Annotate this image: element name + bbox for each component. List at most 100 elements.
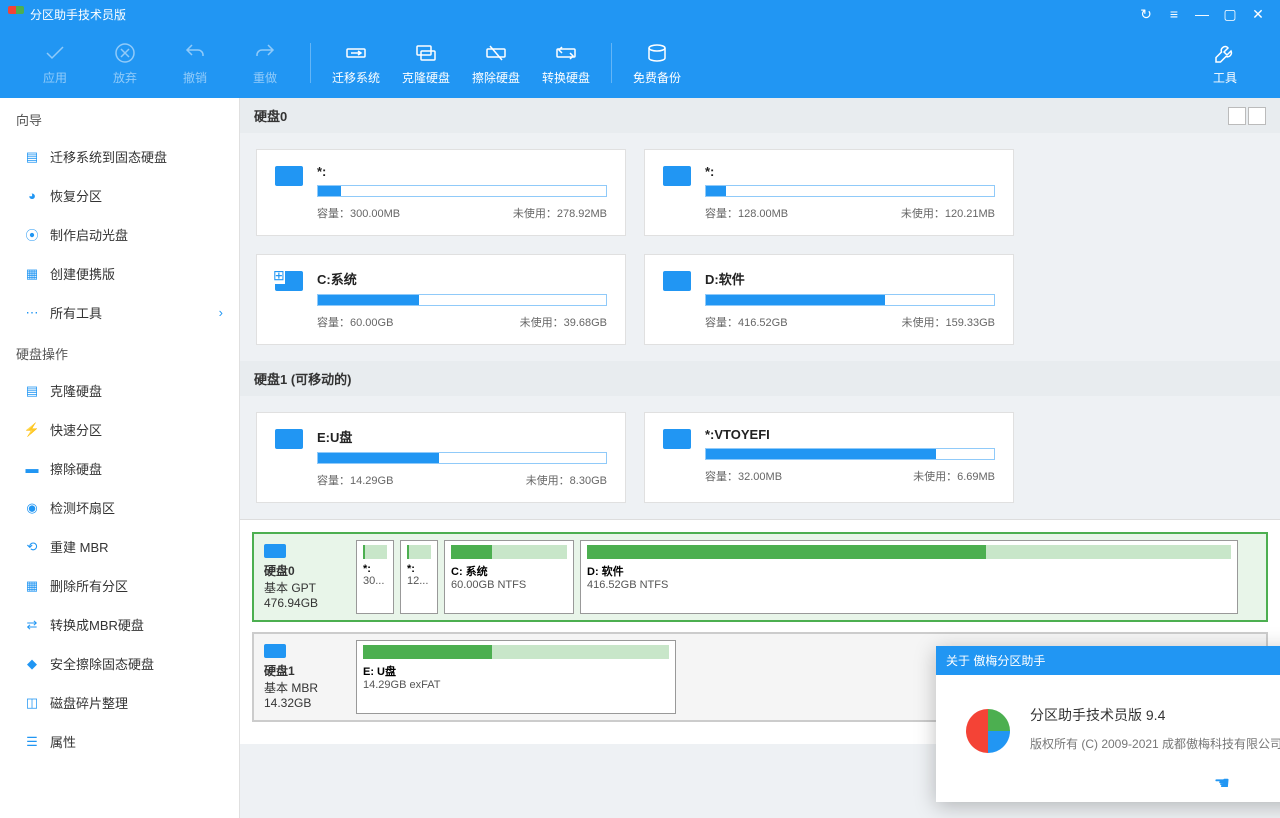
view-list-icon[interactable]	[1248, 107, 1266, 125]
pointer-icon: ☚	[936, 773, 1280, 802]
clone-button[interactable]: 克隆硬盘	[391, 33, 461, 93]
sidebar-diskop-item[interactable]: ⚡快速分区	[0, 410, 239, 449]
diskmap-part-size: 14.29GB exFAT	[363, 679, 669, 691]
sidebar-diskop-item[interactable]: ▬擦除硬盘	[0, 449, 239, 488]
partition-card[interactable]: E:U盘 容量：14.29GB未使用：8.30GB	[256, 412, 626, 503]
undo-button[interactable]: 撤销	[160, 33, 230, 93]
capacity-label: 容量：416.52GB	[705, 314, 788, 330]
diskop-item-icon: ⚡	[24, 422, 40, 438]
sidebar-diskop-item[interactable]: ▤ 克隆硬盘	[0, 371, 239, 410]
diskmap-name: 硬盘1	[264, 664, 295, 678]
partition-name: *:	[317, 164, 607, 179]
close-icon[interactable]: ✕	[1244, 2, 1272, 26]
titlebar: 分区助手技术员版 ↻ ≡ — ▢ ✕	[0, 0, 1280, 28]
partition-name: D:软件	[705, 269, 995, 288]
usage-bar	[705, 185, 995, 197]
unused-label: 未使用：278.92MB	[513, 205, 607, 221]
diskop-item-icon: ▤	[24, 383, 40, 399]
wizard-item-icon: ◕	[24, 188, 40, 204]
diskmap-type: 基本 MBR	[264, 681, 318, 695]
partition-name: C:系统	[317, 269, 607, 288]
about-logo-icon	[966, 709, 1010, 753]
partition-card[interactable]: *:VTOYEFI 容量：32.00MB未使用：6.69MB	[644, 412, 1014, 503]
diskmap-name: 硬盘0	[264, 564, 295, 578]
diskop-item-icon: ◆	[24, 656, 40, 672]
sidebar-diskop-item[interactable]: ⇄转换成MBR硬盘	[0, 605, 239, 644]
sidebar-wizard-item[interactable]: ▦创建便携版	[0, 254, 239, 293]
capacity-label: 容量：128.00MB	[705, 205, 788, 221]
refresh-icon[interactable]: ↻	[1132, 2, 1160, 26]
sidebar-diskop-item[interactable]: ◉ 检测坏扇区	[0, 488, 239, 527]
convert-button[interactable]: 转换硬盘	[531, 33, 601, 93]
sidebar-diskop-item[interactable]: ◫磁盘碎片整理	[0, 683, 239, 722]
disk-icon	[264, 544, 286, 558]
about-titlebar[interactable]: 关于 傲梅分区助手 ✕	[936, 646, 1280, 675]
diskop-item-icon: ◉	[24, 500, 40, 516]
migrate-button[interactable]: 迁移系统	[321, 33, 391, 93]
diskmap-row[interactable]: 硬盘0 基本 GPT 476.94GB *: 30... *: 12... C:…	[252, 532, 1268, 622]
wizard-item-icon: ⦿	[24, 227, 40, 243]
disk-icon	[663, 271, 691, 291]
maximize-icon[interactable]: ▢	[1216, 2, 1244, 26]
menu-icon[interactable]: ≡	[1160, 2, 1188, 26]
sidebar-item-label: 检测坏扇区	[50, 498, 115, 517]
diskmap-partition[interactable]: *: 12...	[400, 540, 438, 614]
diskmap-partition[interactable]: D: 软件 416.52GB NTFS	[580, 540, 1238, 614]
unused-label: 未使用：8.30GB	[526, 472, 607, 488]
sidebar-wizard-item[interactable]: ▤迁移系统到固态硬盘	[0, 137, 239, 176]
app-logo-icon	[8, 6, 24, 22]
diskmap-head: 硬盘1 基本 MBR 14.32GB	[260, 640, 350, 714]
diskmap-part-label: E: U盘	[363, 663, 669, 679]
about-dialog: 关于 傲梅分区助手 ✕ 分区助手技术员版 9.4 版权所有 (C) 2009-2…	[936, 646, 1280, 802]
app-title: 分区助手技术员版	[30, 6, 126, 23]
sidebar-wizard-item[interactable]: ⦿制作启动光盘	[0, 215, 239, 254]
usage-bar	[705, 294, 995, 306]
diskop-item-icon: ◫	[24, 695, 40, 711]
capacity-label: 容量：60.00GB	[317, 314, 393, 330]
wipe-button[interactable]: 擦除硬盘	[461, 33, 531, 93]
usage-bar	[705, 448, 995, 460]
partition-card[interactable]: *: 容量：128.00MB 未使用：120.21MB	[644, 149, 1014, 236]
disk-icon	[275, 166, 303, 186]
minimize-icon[interactable]: —	[1188, 2, 1216, 26]
diskmap-part-label: *:	[407, 563, 431, 575]
capacity-label: 容量：14.29GB	[317, 472, 393, 488]
wizard-item-icon: ▦	[24, 266, 40, 282]
sidebar-wizard-item[interactable]: ◕ 恢复分区	[0, 176, 239, 215]
disk-header: 硬盘1 (可移动的)	[240, 361, 1280, 396]
diskop-item-icon: ☰	[24, 734, 40, 750]
partition-card[interactable]: D:软件 容量：416.52GB 未使用：159.33GB	[644, 254, 1014, 345]
sidebar-item-label: 恢复分区	[50, 186, 102, 205]
diskmap-size: 476.94GB	[264, 596, 318, 610]
diskmap-part-label: C: 系统	[451, 563, 567, 579]
view-grid-icon[interactable]	[1228, 107, 1246, 125]
sidebar-item-label: 删除所有分区	[50, 576, 128, 595]
sidebar-item-label: 克隆硬盘	[50, 381, 102, 400]
redo-button[interactable]: 重做	[230, 33, 300, 93]
partition-card[interactable]: *: 容量：300.00MB 未使用：278.92MB	[256, 149, 626, 236]
unused-label: 未使用：39.68GB	[520, 314, 607, 330]
sidebar-diskop-item[interactable]: ◆安全擦除固态硬盘	[0, 644, 239, 683]
sidebar-diskop-item[interactable]: ☰属性	[0, 722, 239, 761]
capacity-label: 容量：300.00MB	[317, 205, 400, 221]
sidebar-diskop-item[interactable]: ⟲重建 MBR	[0, 527, 239, 566]
chevron-right-icon: ›	[219, 305, 223, 320]
unused-label: 未使用：159.33GB	[901, 314, 995, 330]
partition-card[interactable]: C:系统 容量：60.00GB 未使用：39.68GB	[256, 254, 626, 345]
sidebar-wizard-item[interactable]: ⋯所有工具›	[0, 293, 239, 332]
sidebar-diskop-item[interactable]: ▦删除所有分区	[0, 566, 239, 605]
diskmap-partition[interactable]: C: 系统 60.00GB NTFS	[444, 540, 574, 614]
diskmap-partition[interactable]: *: 30...	[356, 540, 394, 614]
partition-name: *:VTOYEFI	[705, 427, 995, 442]
disk-header: 硬盘0	[240, 98, 1280, 133]
diskmap-size: 14.32GB	[264, 696, 311, 710]
disk-icon	[275, 271, 303, 291]
apply-button[interactable]: 应用	[20, 33, 90, 93]
unused-label: 未使用：120.21MB	[901, 205, 995, 221]
tools-button[interactable]: 工具	[1190, 33, 1260, 93]
discard-button[interactable]: 放弃	[90, 33, 160, 93]
diskmap-partition[interactable]: E: U盘 14.29GB exFAT	[356, 640, 676, 714]
wizard-item-icon: ▤	[24, 149, 40, 165]
backup-button[interactable]: 免费备份	[622, 33, 692, 93]
partition-name: *:	[705, 164, 995, 179]
